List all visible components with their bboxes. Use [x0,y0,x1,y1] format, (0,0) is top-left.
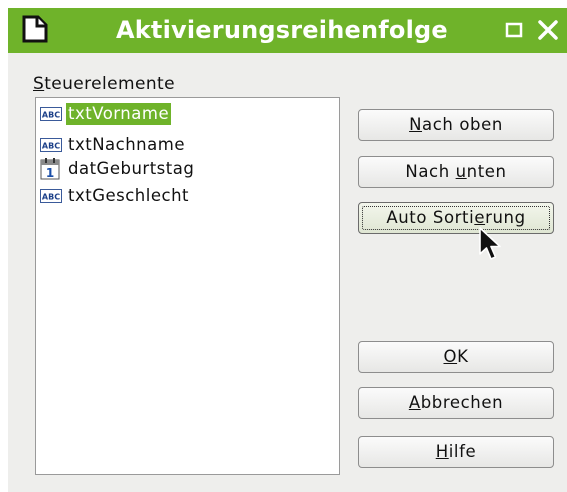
calendar-datefield-icon: 1 [40,157,66,181]
list-item[interactable]: ABC txtVorname [40,102,172,126]
svg-text:ABC: ABC [42,111,60,120]
list-item-label: txtNachname [68,135,185,154]
help-button[interactable]: Hilfe [358,436,554,468]
controls-list-label: Steuerelemente [33,74,175,94]
list-item-label: datGeburtstag [68,159,195,178]
document-icon [22,15,48,43]
auto-sort-button[interactable]: Auto Sortierung [358,202,554,234]
title-bar[interactable]: Aktivierungsreihenfolge [8,8,567,53]
svg-text:1: 1 [46,166,54,180]
move-down-button[interactable]: Nach unten [358,156,554,188]
mouse-pointer-icon [479,227,501,260]
controls-listbox[interactable]: ABC txtVorname ABC txtNachname 1 datGebu… [35,97,340,475]
svg-text:ABC: ABC [42,142,60,151]
window-title: Aktivierungsreihenfolge [116,16,448,44]
abc-textfield-icon: ABC [40,184,66,208]
list-item-label: txtVorname [66,103,172,125]
list-item[interactable]: ABC txtGeschlecht [40,184,191,208]
list-item[interactable]: ABC txtNachname [40,133,187,157]
maximize-icon[interactable] [504,20,524,40]
move-up-button[interactable]: Nach oben [358,109,554,141]
list-item-label: txtGeschlecht [68,186,190,205]
cancel-button[interactable]: Abbrechen [358,387,554,419]
ok-button[interactable]: OK [358,341,554,373]
svg-text:ABC: ABC [42,193,60,202]
abc-textfield-icon: ABC [40,133,66,157]
dialog-window: Aktivierungsreihenfolge Steuerelemente A… [8,8,567,492]
abc-textfield-icon: ABC [40,102,66,126]
close-icon[interactable] [536,18,560,42]
list-item[interactable]: 1 datGeburtstag [40,157,196,181]
